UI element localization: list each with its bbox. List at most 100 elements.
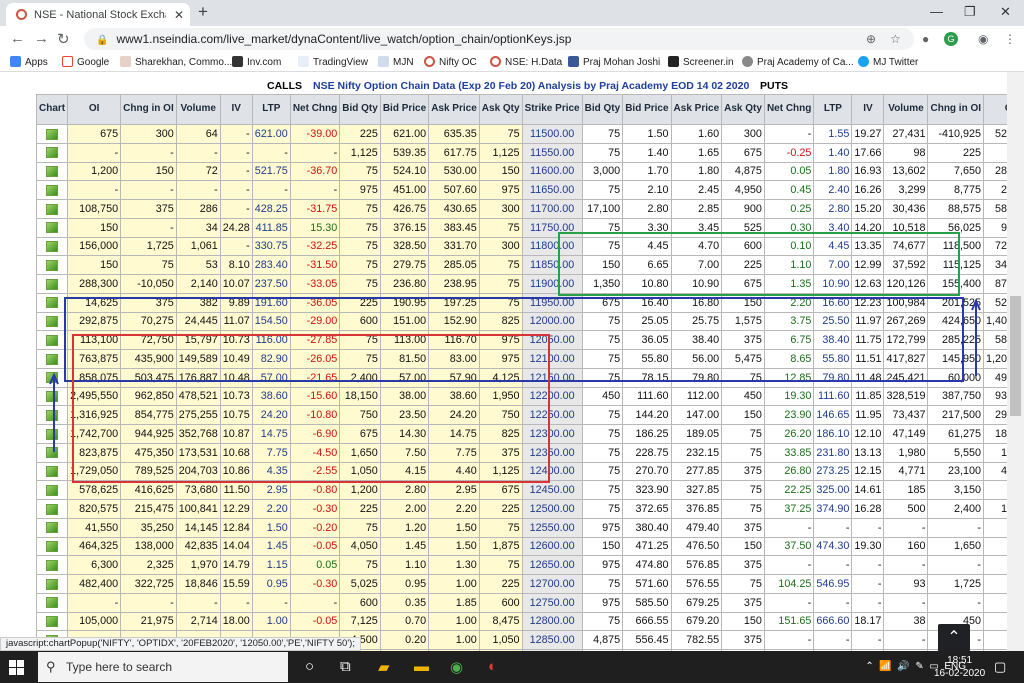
call-cell[interactable]: 105,000 — [67, 611, 122, 632]
call-cell[interactable]: 14,625 — [67, 292, 122, 313]
put-cell[interactable]: 1.40 — [813, 142, 853, 163]
strike-price-link[interactable]: 11550.00 — [521, 142, 583, 163]
close-window-icon[interactable]: ✕ — [1000, 4, 1011, 20]
put-cell[interactable]: 2,325 — [983, 142, 1007, 163]
call-chart-cell[interactable] — [35, 255, 69, 275]
call-cell[interactable]: 482,400 — [67, 574, 122, 594]
chart-icon[interactable] — [46, 503, 59, 515]
star-icon[interactable]: ☆ — [890, 32, 901, 46]
put-cell[interactable]: 9,675 — [983, 536, 1007, 557]
strike-price-link[interactable]: 12450.00 — [521, 480, 583, 500]
call-cell[interactable]: 14.75 — [251, 424, 291, 444]
grammarly-icon[interactable]: G — [944, 32, 958, 46]
put-cell[interactable]: - — [813, 555, 853, 575]
put-cell[interactable]: 273.25 — [813, 461, 853, 482]
put-cell[interactable]: - — [813, 592, 853, 613]
chart-icon[interactable] — [46, 522, 59, 534]
strike-price-link[interactable]: 11800.00 — [521, 236, 583, 257]
chart-icon[interactable] — [46, 203, 59, 215]
strike-price-link[interactable]: 12800.00 — [521, 611, 583, 632]
chart-icon[interactable] — [46, 559, 59, 571]
put-cell[interactable]: 325.00 — [813, 480, 853, 500]
taskbar-search-input[interactable]: ⚲ Type here to search — [38, 652, 288, 682]
forward-icon[interactable]: → — [34, 30, 49, 47]
call-chart-cell[interactable] — [35, 236, 69, 257]
call-cell[interactable]: 6,300 — [67, 555, 122, 575]
chart-icon[interactable] — [46, 409, 59, 421]
bookmark-nse-hdata[interactable]: NSE: H.Data — [490, 56, 562, 68]
put-cell[interactable]: 873,975 — [983, 274, 1007, 294]
back-icon[interactable]: ← — [10, 30, 25, 47]
put-cell[interactable]: 546.95 — [813, 574, 853, 594]
strike-price-link[interactable]: 12600.00 — [521, 536, 583, 557]
strike-price-link[interactable]: 12000.00 — [521, 311, 583, 332]
call-cell[interactable]: 24.20 — [251, 405, 291, 425]
call-cell[interactable]: 150 — [67, 217, 122, 238]
put-cell[interactable]: 27,075 — [983, 180, 1007, 200]
call-cell[interactable]: 57.00 — [251, 367, 291, 388]
bookmark-screener[interactable]: Screener.in — [668, 56, 734, 68]
call-chart-cell[interactable] — [35, 386, 69, 407]
call-cell[interactable]: - — [251, 142, 291, 163]
put-cell[interactable]: 521,850 — [983, 292, 1007, 313]
chart-icon[interactable] — [46, 541, 59, 553]
strike-price-link[interactable]: 11700.00 — [521, 199, 583, 219]
call-cell[interactable]: 156,000 — [67, 236, 122, 257]
call-chart-cell[interactable] — [35, 574, 69, 594]
call-cell[interactable]: - — [251, 592, 291, 613]
call-chart-cell[interactable] — [35, 311, 69, 332]
strike-price-link[interactable]: 11750.00 — [521, 217, 583, 238]
chart-icon[interactable] — [46, 447, 59, 459]
menu-icon[interactable]: ⋮ — [1004, 32, 1016, 46]
call-cell[interactable]: 411.85 — [251, 217, 291, 238]
bookmark-invcom[interactable]: Inv.com — [232, 56, 281, 68]
put-cell[interactable]: 2.40 — [813, 180, 853, 200]
call-chart-cell[interactable] — [35, 536, 69, 557]
put-cell[interactable]: 4.45 — [813, 236, 853, 257]
browser-tab[interactable]: NSE - National Stock Exchange of ✕ — [6, 3, 190, 26]
call-cell[interactable]: 675 — [67, 124, 122, 144]
put-cell[interactable]: 16.60 — [813, 292, 853, 313]
call-cell[interactable]: 1,729,050 — [67, 461, 122, 482]
call-chart-cell[interactable] — [35, 517, 69, 538]
put-cell[interactable]: 79.80 — [813, 367, 853, 388]
chart-icon[interactable] — [46, 128, 59, 140]
call-cell[interactable]: 116.00 — [251, 330, 291, 350]
call-cell[interactable]: 1.45 — [251, 536, 291, 557]
put-cell[interactable]: 1.55 — [813, 124, 853, 144]
chart-icon[interactable] — [46, 241, 59, 253]
chart-icon[interactable] — [46, 466, 59, 478]
put-cell[interactable]: 7.00 — [813, 255, 853, 275]
chart-icon[interactable] — [46, 597, 59, 609]
bookmark-sharekhan[interactable]: Sharekhan, Commo... — [120, 56, 232, 68]
bookmark-apps[interactable]: Apps — [10, 56, 48, 68]
put-cell[interactable]: 3.40 — [813, 217, 853, 238]
chart-icon[interactable] — [46, 166, 59, 178]
strike-price-link[interactable]: 12350.00 — [521, 442, 583, 463]
call-cell[interactable]: 108,750 — [67, 199, 122, 219]
chart-icon[interactable] — [46, 484, 59, 496]
strike-price-link[interactable]: 12700.00 — [521, 574, 583, 594]
put-cell[interactable]: 231.80 — [813, 442, 853, 463]
minimize-icon[interactable]: — — [930, 4, 943, 19]
strike-price-link[interactable]: 12050.00 — [521, 330, 583, 350]
call-chart-cell[interactable] — [35, 461, 69, 482]
strike-price-link[interactable]: 12750.00 — [521, 592, 583, 613]
url-input[interactable]: 🔒 www1.nseindia.com/live_market/dynaConte… — [84, 28, 914, 50]
call-cell[interactable]: 820,575 — [67, 499, 122, 519]
put-cell[interactable]: 666.60 — [813, 611, 853, 632]
put-cell[interactable]: 111.60 — [813, 386, 853, 407]
chart-icon[interactable] — [46, 616, 59, 628]
new-tab-icon[interactable]: + — [198, 2, 208, 22]
call-chart-cell[interactable] — [35, 367, 69, 388]
bookmark-mjn[interactable]: MJN — [378, 56, 414, 68]
put-cell[interactable]: - — [983, 555, 1007, 575]
call-chart-cell[interactable] — [35, 499, 69, 519]
put-cell[interactable]: 1,403,250 — [983, 311, 1007, 332]
call-chart-cell[interactable] — [35, 611, 69, 632]
call-cell[interactable]: 2.20 — [251, 499, 291, 519]
profile-icon[interactable]: ◉ — [978, 32, 988, 46]
call-cell[interactable]: 292,875 — [67, 311, 122, 332]
chart-icon[interactable] — [46, 184, 59, 196]
call-cell[interactable]: 82.90 — [251, 349, 291, 369]
